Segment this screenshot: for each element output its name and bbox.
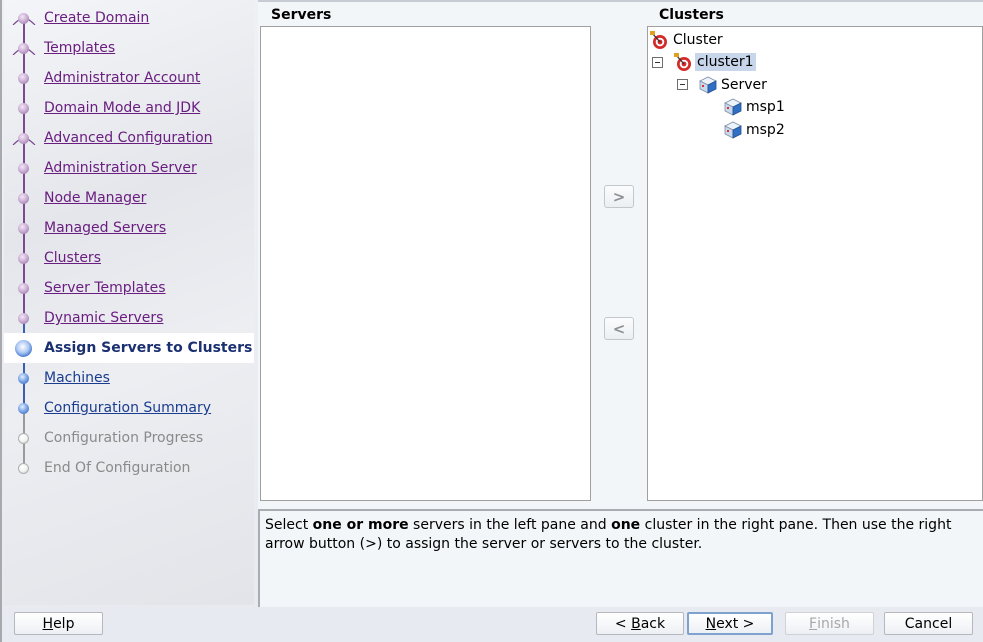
tree-node-server[interactable]: msp2 (722, 119, 787, 141)
tree-node-server[interactable]: msp1 (722, 96, 787, 118)
server-cube-icon (699, 76, 717, 94)
nav-step-configuration-progress: Configuration Progress (4, 423, 254, 453)
back-prefix: < (614, 615, 632, 632)
tree-label-server: msp2 (746, 122, 785, 138)
collapse-toggle-server-group[interactable] (677, 79, 688, 90)
nav-step-machines[interactable]: Machines (4, 363, 254, 393)
chevron-left-icon: < (612, 319, 626, 338)
tree-label-cluster1: cluster1 (695, 53, 756, 71)
server-cube-icon (724, 121, 742, 139)
nav-step-server-templates[interactable]: Server Templates (4, 273, 254, 303)
tree-label-server-group: Server (721, 77, 767, 93)
nav-step-label: Advanced Configuration (44, 130, 213, 146)
step-status-dot-icon (18, 163, 29, 174)
unassign-left-button[interactable]: < (604, 317, 634, 340)
clusters-pane-title: Clusters (659, 7, 724, 23)
nav-step-label: Server Templates (44, 280, 166, 296)
cancel-button[interactable]: Cancel (884, 612, 973, 635)
back-mnemonic: B (631, 615, 641, 632)
wizard-steps-nav: Create Domain Templates Administrator Acco… (4, 0, 254, 605)
help-emphasis: one or more (312, 517, 409, 533)
back-label: ack (640, 615, 666, 632)
step-status-dot-icon (18, 283, 29, 294)
help-description-area: Select one or more servers in the left p… (258, 509, 983, 607)
nav-step-label: Machines (44, 370, 110, 386)
step-status-dot-icon (18, 13, 29, 24)
cancel-label: Cancel (904, 615, 953, 632)
cluster-target-icon (650, 31, 667, 49)
help-text-fragment: servers in the left pane and (408, 517, 612, 533)
tree-label-cluster-root: Cluster (673, 32, 723, 48)
chevron-right-icon: > (612, 187, 626, 206)
step-status-dot-icon (15, 340, 32, 357)
step-status-dot-icon (18, 463, 29, 474)
nav-step-managed-servers[interactable]: Managed Servers (4, 213, 254, 243)
step-status-dot-icon (18, 223, 29, 234)
step-status-dot-icon (18, 253, 29, 264)
nav-step-administrator-account[interactable]: Administrator Account (4, 63, 254, 93)
nav-step-label: Domain Mode and JDK (44, 100, 201, 116)
wizard-window: Create Domain Templates Administrator Acco… (0, 0, 983, 642)
tree-node-cluster-root[interactable]: Cluster (649, 29, 725, 51)
next-mnemonic: N (705, 615, 717, 632)
step-status-dot-icon (18, 373, 29, 384)
nav-step-label: Node Manager (44, 190, 147, 206)
nav-step-label: Assign Servers to Clusters (44, 340, 253, 356)
step-status-dot-icon (18, 433, 29, 444)
nav-step-administration-server[interactable]: Administration Server (4, 153, 254, 183)
nav-step-label: End Of Configuration (44, 460, 191, 476)
next-label: ext > (716, 615, 755, 632)
tree-node-server-group[interactable]: Server (697, 74, 769, 96)
nav-step-node-manager[interactable]: Node Manager (4, 183, 254, 213)
help-text: Select one or more servers in the left p… (265, 516, 975, 554)
nav-step-end-of-configuration: End Of Configuration (4, 453, 254, 483)
nav-step-label: Dynamic Servers (44, 310, 164, 326)
tree-node-cluster1[interactable]: cluster1 (673, 51, 756, 73)
clusters-tree[interactable]: Cluster cluster1 Server msp1 msp2 (647, 26, 983, 501)
step-status-dot-icon (18, 133, 29, 144)
nav-step-assign-servers-to-clusters: Assign Servers to Clusters (4, 333, 254, 363)
back-button[interactable]: < Back (596, 612, 684, 635)
collapse-toggle-cluster1[interactable] (652, 57, 663, 68)
nav-step-label: Clusters (44, 250, 101, 266)
assign-right-button[interactable]: > (604, 185, 634, 208)
nav-step-templates[interactable]: Templates (4, 33, 254, 63)
next-button[interactable]: Next > (687, 612, 773, 635)
finish-button[interactable]: Finish (785, 612, 874, 635)
server-cube-icon (724, 98, 742, 116)
nav-step-advanced-configuration[interactable]: Advanced Configuration (4, 123, 254, 153)
nav-step-label: Administrator Account (44, 70, 201, 86)
nav-step-dynamic-servers[interactable]: Dynamic Servers (4, 303, 254, 333)
step-status-dot-icon (18, 73, 29, 84)
nav-step-label: Create Domain (44, 10, 150, 26)
nav-step-domain-mode-and-jdk[interactable]: Domain Mode and JDK (4, 93, 254, 123)
step-status-dot-icon (18, 313, 29, 324)
servers-pane-title: Servers (271, 7, 332, 23)
finish-label: inish (817, 615, 850, 632)
help-emphasis: one (611, 517, 641, 533)
content-panel: Servers > < Clusters Cluster cluster1 Se… (258, 0, 983, 607)
nav-step-label: Administration Server (44, 160, 197, 176)
help-label: elp (53, 615, 75, 632)
tree-label-server: msp1 (746, 99, 785, 115)
help-mnemonic: H (42, 615, 54, 632)
nav-step-label: Configuration Progress (44, 430, 204, 446)
finish-mnemonic: F (809, 615, 818, 632)
step-status-dot-icon (18, 103, 29, 114)
nav-step-label: Templates (44, 40, 116, 56)
servers-list[interactable] (260, 26, 591, 501)
step-status-dot-icon (18, 403, 29, 414)
step-status-dot-icon (18, 43, 29, 54)
step-status-dot-icon (18, 193, 29, 204)
nav-step-configuration-summary[interactable]: Configuration Summary (4, 393, 254, 423)
nav-step-clusters[interactable]: Clusters (4, 243, 254, 273)
help-text-fragment: Select (265, 517, 313, 533)
nav-step-create-domain[interactable]: Create Domain (4, 3, 254, 33)
help-button[interactable]: Help (14, 612, 103, 635)
cluster-target-icon (674, 53, 691, 71)
nav-step-label: Configuration Summary (44, 400, 212, 416)
nav-step-label: Managed Servers (44, 220, 167, 236)
